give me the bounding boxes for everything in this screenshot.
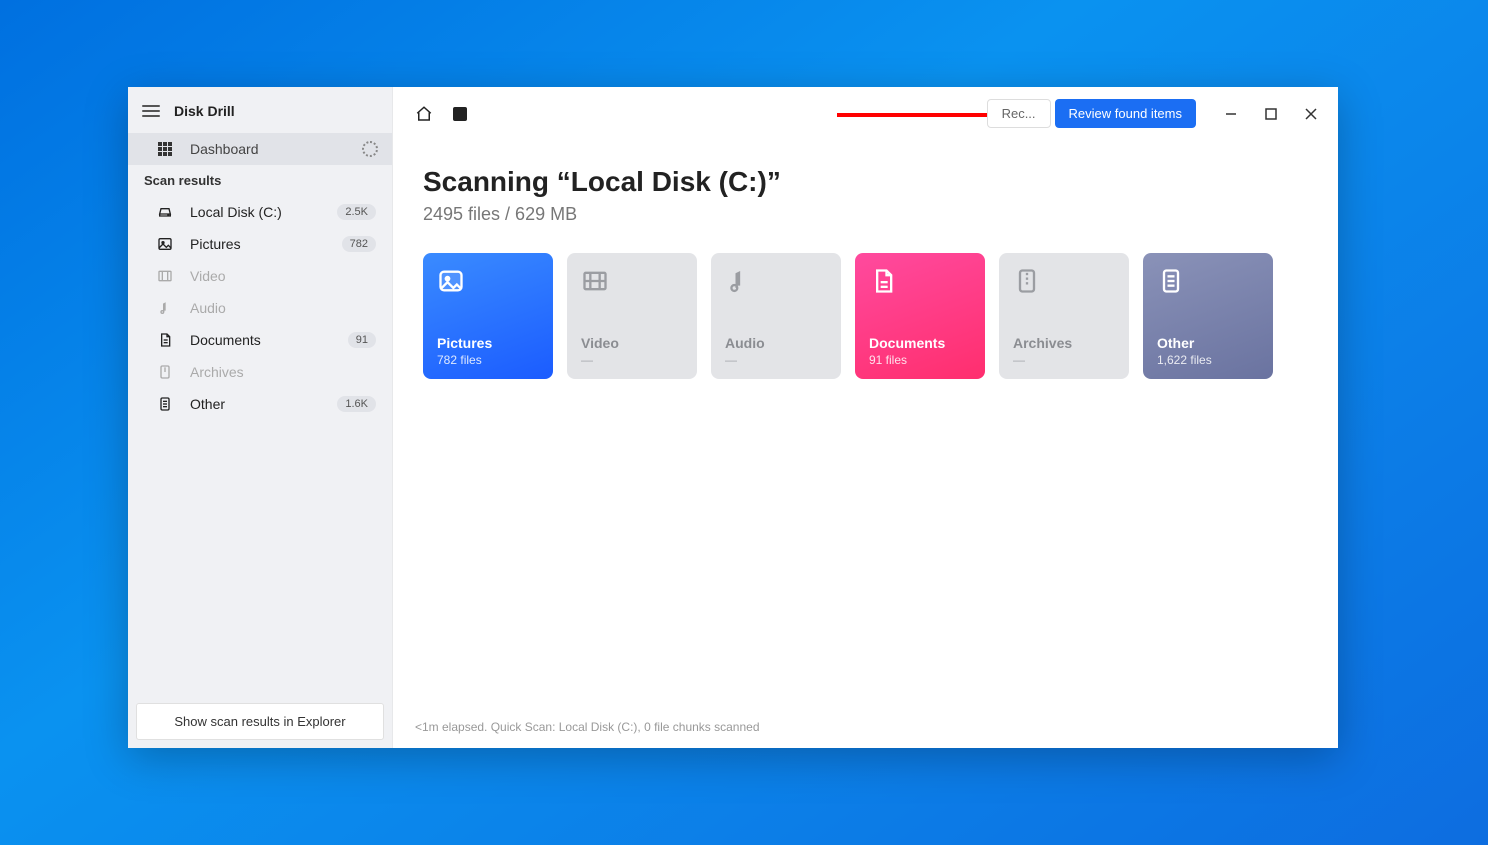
sidebar-item-video[interactable]: Video xyxy=(128,260,392,292)
content: Scanning “Local Disk (C:)” 2495 files / … xyxy=(393,140,1338,710)
card-subtitle: — xyxy=(725,353,827,367)
other-icon xyxy=(1157,267,1185,295)
maximize-icon[interactable] xyxy=(1254,100,1288,128)
card-archives[interactable]: Archives — xyxy=(999,253,1129,379)
other-icon xyxy=(156,396,174,412)
audio-icon xyxy=(725,267,753,295)
card-title: Video xyxy=(581,335,683,351)
menu-icon[interactable] xyxy=(142,105,160,117)
app-title: Disk Drill xyxy=(174,103,235,119)
sidebar-item-label: Video xyxy=(190,268,226,284)
sidebar-item-label: Local Disk (C:) xyxy=(190,204,282,220)
count-badge: 1.6K xyxy=(337,396,376,412)
main-area: Rec... Review found items Scanning “Loca… xyxy=(393,87,1338,748)
disk-icon xyxy=(156,204,174,220)
minimize-icon[interactable] xyxy=(1214,100,1248,128)
sidebar-item-picture[interactable]: Pictures 782 xyxy=(128,228,392,260)
sidebar: Disk Drill Dashboard Scan results Local … xyxy=(128,87,393,748)
loading-spinner-icon xyxy=(362,141,378,157)
recover-button[interactable]: Rec... xyxy=(987,99,1051,128)
card-video[interactable]: Video — xyxy=(567,253,697,379)
sidebar-item-disk[interactable]: Local Disk (C:) 2.5K xyxy=(128,196,392,228)
card-other[interactable]: Other 1,622 files xyxy=(1143,253,1273,379)
window-controls xyxy=(1214,100,1328,128)
sidebar-item-audio[interactable]: Audio xyxy=(128,292,392,324)
close-icon[interactable] xyxy=(1294,100,1328,128)
app-window: Disk Drill Dashboard Scan results Local … xyxy=(128,87,1338,748)
home-icon[interactable] xyxy=(415,105,433,123)
archive-icon xyxy=(156,364,174,380)
sidebar-item-label: Audio xyxy=(190,300,226,316)
video-icon xyxy=(156,268,174,284)
sidebar-item-other[interactable]: Other 1.6K xyxy=(128,388,392,420)
status-bar: <1m elapsed. Quick Scan: Local Disk (C:)… xyxy=(393,710,1338,748)
documents-icon xyxy=(869,267,897,295)
sidebar-item-label: Other xyxy=(190,396,225,412)
stop-scan-button[interactable] xyxy=(451,105,469,123)
sidebar-item-label: Dashboard xyxy=(190,141,259,157)
card-subtitle: — xyxy=(1013,353,1115,367)
count-badge: 2.5K xyxy=(337,204,376,220)
card-title: Archives xyxy=(1013,335,1115,351)
card-title: Documents xyxy=(869,335,971,351)
archives-icon xyxy=(1013,267,1041,295)
card-title: Other xyxy=(1157,335,1259,351)
sidebar-item-label: Pictures xyxy=(190,236,241,252)
sidebar-item-label: Archives xyxy=(190,364,244,380)
sidebar-item-dashboard[interactable]: Dashboard xyxy=(128,133,392,165)
main-toolbar: Rec... Review found items xyxy=(393,87,1338,140)
pictures-icon xyxy=(437,267,465,295)
dashboard-icon xyxy=(156,141,174,157)
scan-summary: 2495 files / 629 MB xyxy=(423,204,1308,225)
sidebar-item-label: Documents xyxy=(190,332,261,348)
sidebar-header: Disk Drill xyxy=(128,87,392,133)
card-title: Audio xyxy=(725,335,827,351)
card-documents[interactable]: Documents 91 files xyxy=(855,253,985,379)
page-title: Scanning “Local Disk (C:)” xyxy=(423,166,1308,198)
sidebar-footer: Show scan results in Explorer xyxy=(128,695,392,748)
sidebar-section-label: Scan results xyxy=(128,165,392,196)
card-audio[interactable]: Audio — xyxy=(711,253,841,379)
card-subtitle: 91 files xyxy=(869,353,971,367)
count-badge: 91 xyxy=(348,332,376,348)
card-title: Pictures xyxy=(437,335,539,351)
count-badge: 782 xyxy=(342,236,376,252)
card-pictures[interactable]: Pictures 782 files xyxy=(423,253,553,379)
audio-icon xyxy=(156,300,174,316)
picture-icon xyxy=(156,236,174,252)
sidebar-item-document[interactable]: Documents 91 xyxy=(128,324,392,356)
card-subtitle: 782 files xyxy=(437,353,539,367)
sidebar-item-archive[interactable]: Archives xyxy=(128,356,392,388)
card-subtitle: 1,622 files xyxy=(1157,353,1259,367)
video-icon xyxy=(581,267,609,295)
card-subtitle: — xyxy=(581,353,683,367)
review-found-items-button[interactable]: Review found items xyxy=(1055,99,1196,128)
category-cards: Pictures 782 files Video — Audio — Documents 91… xyxy=(423,253,1308,379)
show-in-explorer-button[interactable]: Show scan results in Explorer xyxy=(136,703,384,740)
document-icon xyxy=(156,332,174,348)
